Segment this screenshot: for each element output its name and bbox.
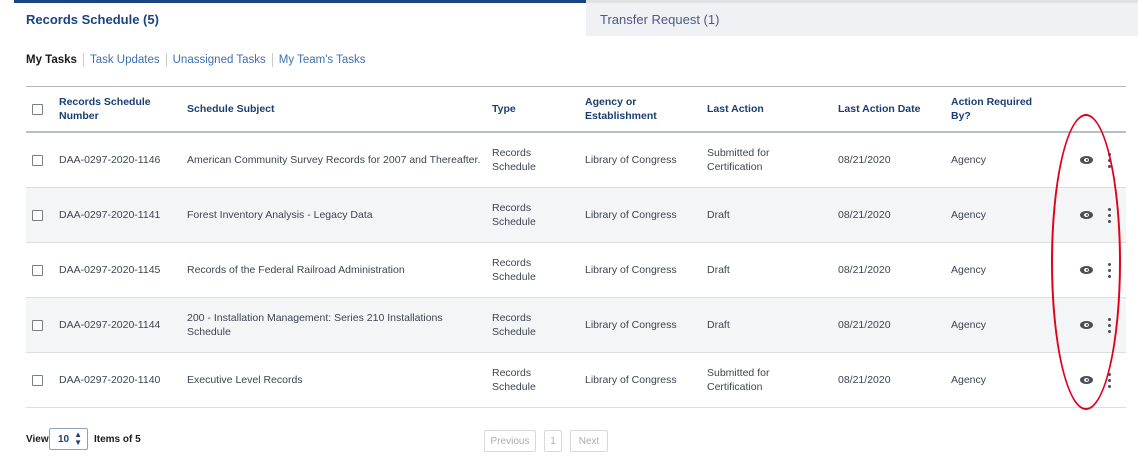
schedule-type: Records Schedule xyxy=(492,202,536,228)
last-action-date: 08/21/2020 xyxy=(838,374,891,386)
eye-icon[interactable] xyxy=(1080,376,1093,384)
row-select-cell xyxy=(32,353,50,407)
more-options-icon[interactable] xyxy=(1108,262,1111,278)
agency-name: Library of Congress xyxy=(585,374,677,386)
schedule-subject: Forest Inventory Analysis - Legacy Data xyxy=(187,209,373,221)
view-cell xyxy=(1080,353,1096,407)
more-options-icon[interactable] xyxy=(1108,372,1111,388)
table-row[interactable]: DAA-0297-2020-1141 Forest Inventory Analy… xyxy=(26,188,1126,243)
last-action: Draft xyxy=(707,209,730,221)
menu-cell xyxy=(1108,188,1118,242)
agency-name: Library of Congress xyxy=(585,209,677,221)
next-button[interactable]: Next xyxy=(570,430,608,452)
header-type[interactable]: Type xyxy=(492,87,562,131)
header-last-action[interactable]: Last Action xyxy=(707,87,817,131)
row-checkbox[interactable] xyxy=(32,154,43,166)
action-required-by: Agency xyxy=(951,154,987,166)
view-cell xyxy=(1080,133,1096,187)
records-table: Records Schedule Number Schedule Subject… xyxy=(26,86,1126,408)
table-header-row: Records Schedule Number Schedule Subject… xyxy=(26,87,1126,133)
row-select-cell xyxy=(32,188,50,242)
row-checkbox[interactable] xyxy=(32,209,43,221)
last-action-date: 08/21/2020 xyxy=(838,319,891,331)
agency-name: Library of Congress xyxy=(585,154,677,166)
last-action-date: 08/21/2020 xyxy=(838,264,891,276)
page-size-select[interactable]: 10 ▲ ▼ xyxy=(49,428,88,450)
schedule-number: DAA-0297-2020-1146 xyxy=(59,154,161,166)
menu-cell xyxy=(1108,243,1118,297)
action-required-by: Agency xyxy=(951,319,987,331)
page-size-value: 10 xyxy=(58,433,70,445)
more-options-icon[interactable] xyxy=(1108,207,1111,223)
eye-icon[interactable] xyxy=(1080,211,1093,219)
row-select-cell xyxy=(32,133,50,187)
header-number[interactable]: Records Schedule Number xyxy=(59,87,169,131)
schedule-type: Records Schedule xyxy=(492,367,536,393)
subnav-unassigned-tasks[interactable]: Unassigned Tasks xyxy=(165,53,272,67)
menu-cell xyxy=(1108,353,1118,407)
row-select-cell xyxy=(32,298,50,352)
subnav-task-updates[interactable]: Task Updates xyxy=(82,53,166,67)
schedule-number: DAA-0297-2020-1141 xyxy=(59,209,161,221)
row-checkbox[interactable] xyxy=(32,264,43,276)
row-checkbox[interactable] xyxy=(32,319,43,331)
table-row[interactable]: DAA-0297-2020-1145 Records of the Federal… xyxy=(26,243,1126,298)
subnav-my-teams-tasks[interactable]: My Team's Tasks xyxy=(271,53,372,67)
header-last-action-date[interactable]: Last Action Date xyxy=(838,87,928,131)
tab-records-schedule[interactable]: Records Schedule (5) xyxy=(14,0,586,36)
header-agency[interactable]: Agency or Establishment xyxy=(585,87,705,131)
row-select-cell xyxy=(32,243,50,297)
view-cell xyxy=(1080,298,1096,352)
schedule-type: Records Schedule xyxy=(492,147,536,173)
menu-cell xyxy=(1108,298,1118,352)
agency-name: Library of Congress xyxy=(585,319,677,331)
table-row[interactable]: DAA-0297-2020-1140 Executive Level Record… xyxy=(26,353,1126,408)
action-required-by: Agency xyxy=(951,374,987,386)
select-all-checkbox[interactable] xyxy=(32,103,43,115)
schedule-subject: American Community Survey Records for 20… xyxy=(187,154,481,166)
view-label: View xyxy=(26,434,49,445)
more-options-icon[interactable] xyxy=(1108,152,1111,168)
row-checkbox[interactable] xyxy=(32,374,43,386)
schedule-subject: Executive Level Records xyxy=(187,374,303,386)
agency-name: Library of Congress xyxy=(585,264,677,276)
header-action-required-by[interactable]: Action Required By? xyxy=(951,87,1051,131)
tab-transfer-request[interactable]: Transfer Request (1) xyxy=(586,0,1138,36)
pagination: Previous 1 Next xyxy=(484,430,608,452)
select-all-cell xyxy=(32,87,50,131)
eye-icon[interactable] xyxy=(1080,321,1093,329)
previous-button[interactable]: Previous xyxy=(484,430,536,452)
table-row[interactable]: DAA-0297-2020-1144 200 - Installation Man… xyxy=(26,298,1126,353)
eye-icon[interactable] xyxy=(1080,156,1093,164)
schedule-type: Records Schedule xyxy=(492,257,536,283)
last-action: Draft xyxy=(707,264,730,276)
schedule-number: DAA-0297-2020-1144 xyxy=(59,319,161,331)
header-subject[interactable]: Schedule Subject xyxy=(187,87,487,131)
page-1-button[interactable]: 1 xyxy=(544,430,562,452)
subnav-my-tasks[interactable]: My Tasks xyxy=(26,53,83,67)
last-action: Submitted for Certification xyxy=(707,367,770,393)
action-required-by: Agency xyxy=(951,264,987,276)
table-row[interactable]: DAA-0297-2020-1146 American Community Sur… xyxy=(26,133,1126,188)
last-action: Submitted for Certification xyxy=(707,147,770,173)
last-action-date: 08/21/2020 xyxy=(838,209,891,221)
schedule-number: DAA-0297-2020-1145 xyxy=(59,264,161,276)
eye-icon[interactable] xyxy=(1080,266,1093,274)
action-required-by: Agency xyxy=(951,209,987,221)
table-footer: View 10 ▲ ▼ Items of 5 Previous 1 Next xyxy=(26,428,1126,452)
more-options-icon[interactable] xyxy=(1108,317,1111,333)
sort-arrows-icon: ▲ ▼ xyxy=(74,430,83,447)
task-filter-nav: My Tasks Task Updates Unassigned Tasks M… xyxy=(26,53,372,67)
schedule-number: DAA-0297-2020-1140 xyxy=(59,374,161,386)
view-cell xyxy=(1080,243,1096,297)
schedule-type: Records Schedule xyxy=(492,312,536,338)
last-action-date: 08/21/2020 xyxy=(838,154,891,166)
last-action: Draft xyxy=(707,319,730,331)
items-count: Items of 5 xyxy=(94,434,141,445)
schedule-subject: 200 - Installation Management: Series 21… xyxy=(187,312,443,338)
schedule-subject: Records of the Federal Railroad Administ… xyxy=(187,264,405,276)
view-cell xyxy=(1080,188,1096,242)
menu-cell xyxy=(1108,133,1118,187)
tab-bar: Records Schedule (5) Transfer Request (1… xyxy=(14,0,1138,36)
